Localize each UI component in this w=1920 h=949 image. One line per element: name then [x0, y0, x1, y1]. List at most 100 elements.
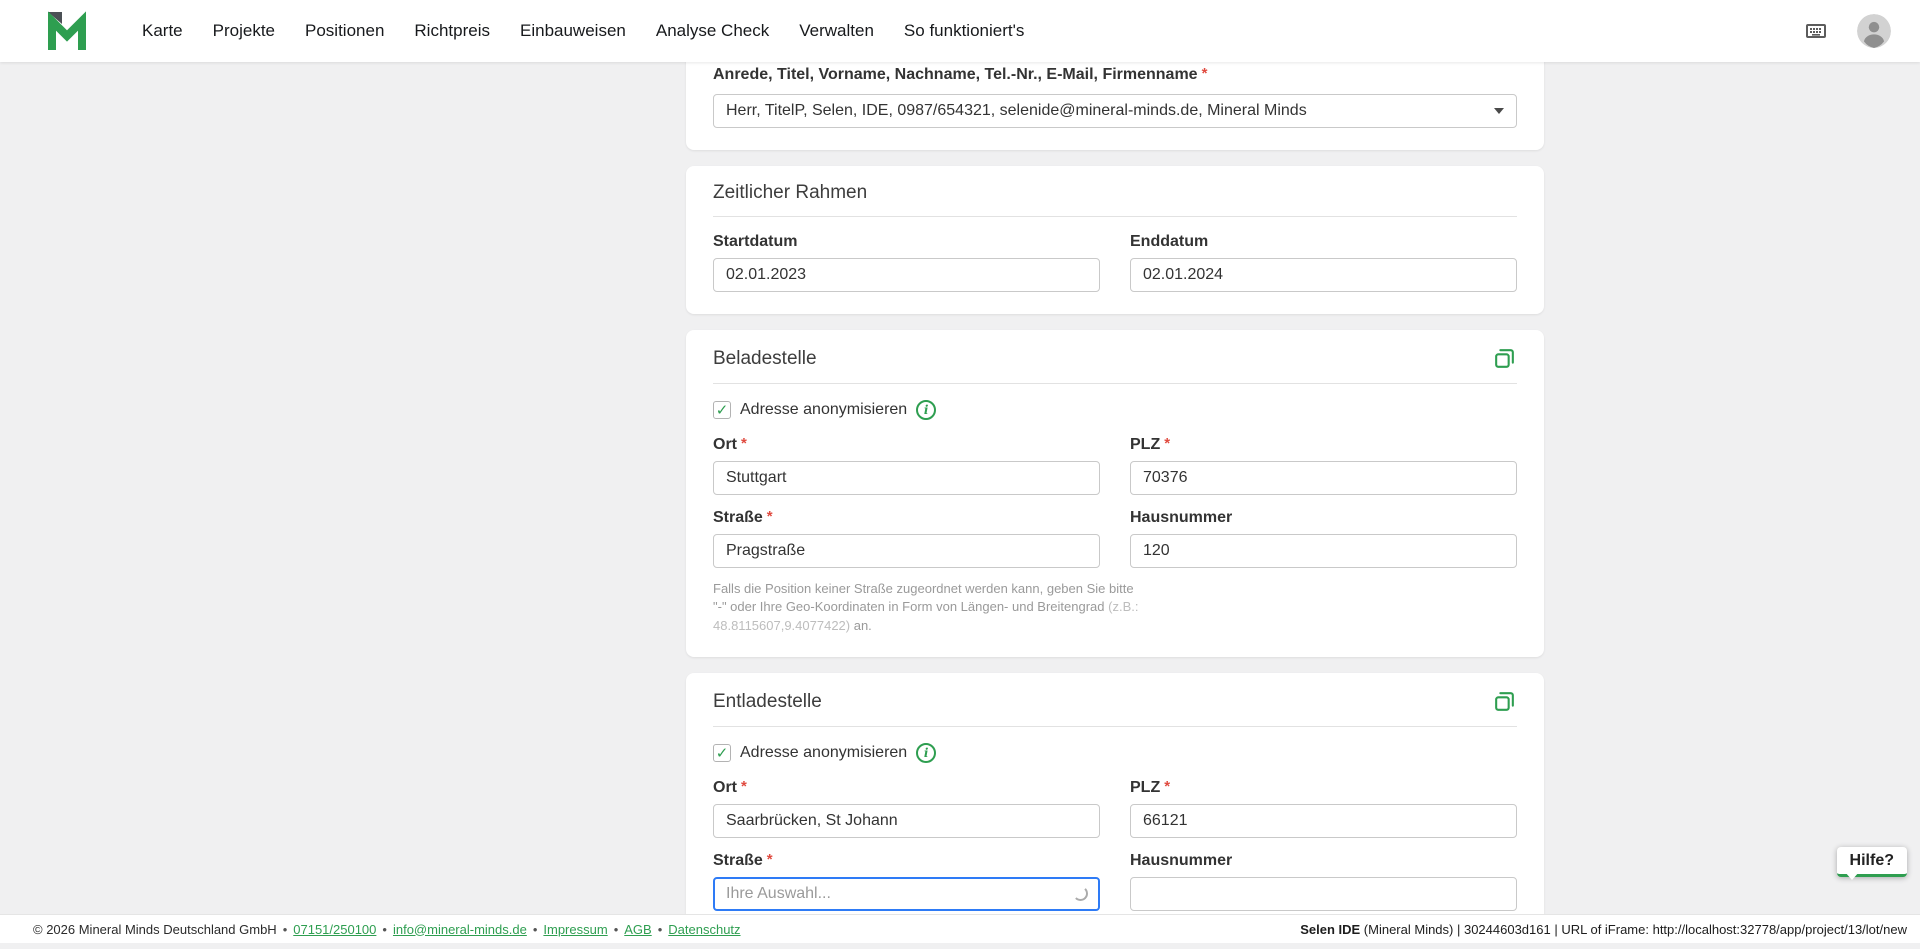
- divider: [713, 726, 1517, 727]
- startdatum-input[interactable]: [713, 258, 1100, 292]
- entladestelle-fields: Ort * PLZ * Straße *: [713, 779, 1517, 911]
- startdatum-field: Startdatum: [713, 233, 1100, 292]
- footer-link-impressum[interactable]: Impressum: [543, 922, 607, 937]
- bullet-separator: •: [283, 922, 288, 937]
- entladestelle-strasse-input-wrap: [713, 877, 1100, 911]
- mineral-minds-logo-icon: [46, 11, 88, 51]
- entladestelle-plz-field: PLZ *: [1130, 779, 1517, 838]
- copy-icon[interactable]: [1492, 689, 1517, 714]
- info-icon[interactable]: i: [916, 743, 936, 763]
- required-asterisk: *: [1202, 66, 1208, 81]
- footer-link-phone[interactable]: 07151/250100: [293, 922, 376, 937]
- app-logo[interactable]: [46, 11, 88, 51]
- plz-label: PLZ *: [1130, 436, 1517, 454]
- enddatum-field: Enddatum: [1130, 233, 1517, 292]
- divider: [713, 216, 1517, 217]
- checkmark-icon: ✓: [716, 403, 729, 418]
- entladestelle-plz-input[interactable]: [1130, 804, 1517, 838]
- footer-iframe-url: (Mineral Minds) | 30244603d161 | URL of …: [1360, 922, 1907, 937]
- timeframe-title: Zeitlicher Rahmen: [713, 182, 1517, 204]
- required-asterisk: *: [767, 852, 773, 867]
- nav-item-karte[interactable]: Karte: [142, 21, 183, 41]
- contact-field-label-text: Anrede, Titel, Vorname, Nachname, Tel.-N…: [713, 66, 1198, 84]
- entladestelle-strasse-field: Straße *: [713, 852, 1100, 911]
- ort-label: Ort *: [713, 436, 1100, 454]
- bullet-separator: •: [382, 922, 387, 937]
- beladestelle-ort-input[interactable]: [713, 461, 1100, 495]
- anonymize-checkbox[interactable]: ✓: [713, 401, 731, 419]
- hausnummer-label: Hausnummer: [1130, 509, 1517, 527]
- enddatum-input[interactable]: [1130, 258, 1517, 292]
- anonymize-label: Adresse anonymisieren: [740, 401, 907, 419]
- hausnummer-label: Hausnummer: [1130, 852, 1517, 870]
- nav-item-positionen[interactable]: Positionen: [305, 21, 384, 41]
- footer-left: © 2026 Mineral Minds Deutschland GmbH • …: [33, 922, 741, 937]
- entladestelle-hausnummer-field: Hausnummer: [1130, 852, 1517, 911]
- entladestelle-strasse-input[interactable]: [713, 877, 1100, 911]
- bullet-separator: •: [533, 922, 538, 937]
- beladestelle-anonymize-row: ✓ Adresse anonymisieren i: [713, 400, 1517, 420]
- form-scroll-area: Anrede, Titel, Vorname, Nachname, Tel.-N…: [686, 62, 1544, 949]
- checkmark-icon: ✓: [716, 746, 729, 761]
- contact-field-label: Anrede, Titel, Vorname, Nachname, Tel.-N…: [713, 66, 1517, 84]
- page-footer: © 2026 Mineral Minds Deutschland GmbH • …: [0, 914, 1920, 943]
- divider: [713, 383, 1517, 384]
- beladestelle-fields: Ort * PLZ * Straße *: [713, 436, 1517, 568]
- strasse-label: Straße *: [713, 852, 1100, 870]
- bullet-separator: •: [614, 922, 619, 937]
- copy-icon[interactable]: [1492, 346, 1517, 371]
- keyboard-icon[interactable]: [1801, 19, 1831, 43]
- strasse-label: Straße *: [713, 509, 1100, 527]
- entladestelle-anonymize-row: ✓ Adresse anonymisieren i: [713, 743, 1517, 763]
- beladestelle-header: Beladestelle: [713, 346, 1517, 371]
- beladestelle-title: Beladestelle: [713, 348, 817, 370]
- anonymize-checkbox[interactable]: ✓: [713, 744, 731, 762]
- help-button[interactable]: Hilfe?: [1837, 847, 1907, 877]
- startdatum-label: Startdatum: [713, 233, 1100, 251]
- entladestelle-ort-field: Ort *: [713, 779, 1100, 838]
- main-nav: Karte Projekte Positionen Richtpreis Ein…: [142, 21, 1024, 41]
- beladestelle-ort-field: Ort *: [713, 436, 1100, 495]
- strasse-hint-text: Falls die Position keiner Straße zugeord…: [713, 580, 1143, 635]
- copyright-text: © 2026 Mineral Minds Deutschland GmbH: [33, 922, 277, 937]
- required-asterisk: *: [741, 779, 747, 794]
- beladestelle-card: Beladestelle ✓ Adresse anonymisieren i O…: [686, 330, 1544, 657]
- required-asterisk: *: [767, 509, 773, 524]
- enddatum-label: Enddatum: [1130, 233, 1517, 251]
- navbar-right: [1801, 14, 1891, 48]
- entladestelle-card: Entladestelle ✓ Adresse anonymisieren i …: [686, 673, 1544, 933]
- footer-user-name: Selen IDE: [1300, 922, 1360, 937]
- nav-item-analyse-check[interactable]: Analyse Check: [656, 21, 769, 41]
- footer-link-datenschutz[interactable]: Datenschutz: [668, 922, 740, 937]
- nav-item-so-funktionierts[interactable]: So funktioniert's: [904, 21, 1024, 41]
- contact-select-value: Herr, TitelP, Selen, IDE, 0987/654321, s…: [726, 102, 1307, 120]
- info-icon[interactable]: i: [916, 400, 936, 420]
- chevron-down-icon: [1494, 108, 1504, 114]
- nav-item-verwalten[interactable]: Verwalten: [799, 21, 874, 41]
- beladestelle-hausnummer-input[interactable]: [1130, 534, 1517, 568]
- beladestelle-plz-input[interactable]: [1130, 461, 1517, 495]
- anonymize-label: Adresse anonymisieren: [740, 744, 907, 762]
- top-navbar: Karte Projekte Positionen Richtpreis Ein…: [0, 0, 1920, 62]
- footer-link-agb[interactable]: AGB: [624, 922, 651, 937]
- entladestelle-title: Entladestelle: [713, 691, 822, 713]
- contact-select[interactable]: Herr, TitelP, Selen, IDE, 0987/654321, s…: [713, 94, 1517, 128]
- user-avatar[interactable]: [1857, 14, 1891, 48]
- timeframe-card: Zeitlicher Rahmen Startdatum Enddatum: [686, 166, 1544, 314]
- plz-label: PLZ *: [1130, 779, 1517, 797]
- beladestelle-hausnummer-field: Hausnummer: [1130, 509, 1517, 568]
- ort-label: Ort *: [713, 779, 1100, 797]
- nav-item-richtpreis[interactable]: Richtpreis: [414, 21, 490, 41]
- entladestelle-ort-input[interactable]: [713, 804, 1100, 838]
- required-asterisk: *: [741, 436, 747, 451]
- required-asterisk: *: [1164, 436, 1170, 451]
- beladestelle-strasse-field: Straße *: [713, 509, 1100, 568]
- entladestelle-hausnummer-input[interactable]: [1130, 877, 1517, 911]
- bullet-separator: •: [658, 922, 663, 937]
- footer-debug-info: Selen IDE (Mineral Minds) | 30244603d161…: [1300, 922, 1907, 937]
- footer-link-email[interactable]: info@mineral-minds.de: [393, 922, 527, 937]
- nav-item-einbauweisen[interactable]: Einbauweisen: [520, 21, 626, 41]
- beladestelle-strasse-input[interactable]: [713, 534, 1100, 568]
- nav-item-projekte[interactable]: Projekte: [213, 21, 275, 41]
- beladestelle-plz-field: PLZ *: [1130, 436, 1517, 495]
